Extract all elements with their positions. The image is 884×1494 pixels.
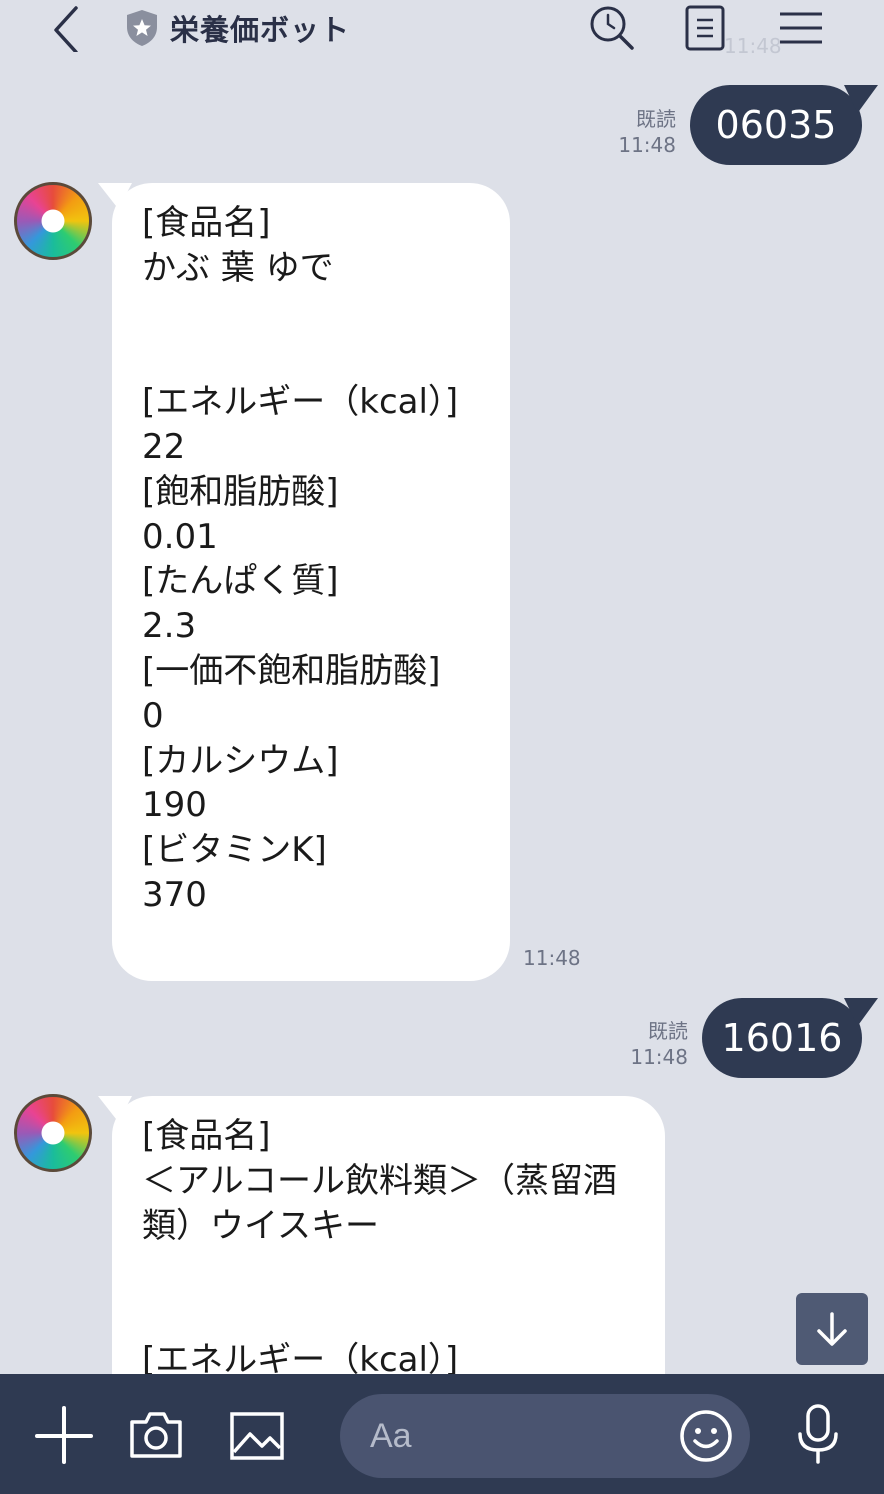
message-read-meta: 既読 11:48 [630,1018,688,1070]
message-time: 11:48 [618,133,676,157]
read-status: 既読 [636,107,676,131]
emoji-button[interactable] [676,1406,736,1466]
outgoing-message[interactable]: 06035 [690,85,862,165]
chat-title-area[interactable]: 栄養価ボット [124,8,350,48]
message-read-meta: 既読 11:48 [618,106,676,158]
back-button[interactable] [44,4,88,54]
smile-icon [680,1410,732,1462]
plus-icon [35,1406,93,1464]
camera-button[interactable] [126,1404,186,1464]
menu-button[interactable] [778,4,826,52]
image-icon [230,1412,284,1460]
shield-icon [127,10,157,46]
composer-bar [0,1374,884,1494]
chat-header: 栄養価ボット 11:48 [0,0,884,64]
read-status: 既読 [648,1019,688,1043]
message-time: 11:48 [523,946,581,970]
menu-icon [780,12,822,44]
voice-button[interactable] [788,1404,848,1464]
back-icon [54,6,78,54]
message-input-container[interactable] [340,1394,750,1478]
notes-icon [685,5,725,51]
bot-avatar[interactable] [14,1094,92,1172]
incoming-message[interactable]: [食品名] かぶ 葉 ゆで [エネルギー（kcal）] 22 [飽和脂肪酸] 0… [112,183,510,981]
ghost-timestamp: 11:48 [724,34,782,58]
chat-title: 栄養価ボット [170,13,351,47]
search-button[interactable] [588,4,636,52]
message-time: 11:48 [630,1045,688,1069]
search-icon [590,6,634,50]
scroll-to-bottom-button[interactable] [796,1293,868,1365]
camera-icon [130,1412,182,1458]
message-input[interactable] [370,1394,670,1478]
outgoing-message[interactable]: 16016 [702,998,862,1078]
mic-icon [798,1404,838,1464]
add-button[interactable] [34,1404,94,1464]
notes-button[interactable] [682,4,730,52]
image-button[interactable] [226,1404,286,1464]
arrow-down-icon [817,1312,847,1346]
bot-avatar[interactable] [14,182,92,260]
